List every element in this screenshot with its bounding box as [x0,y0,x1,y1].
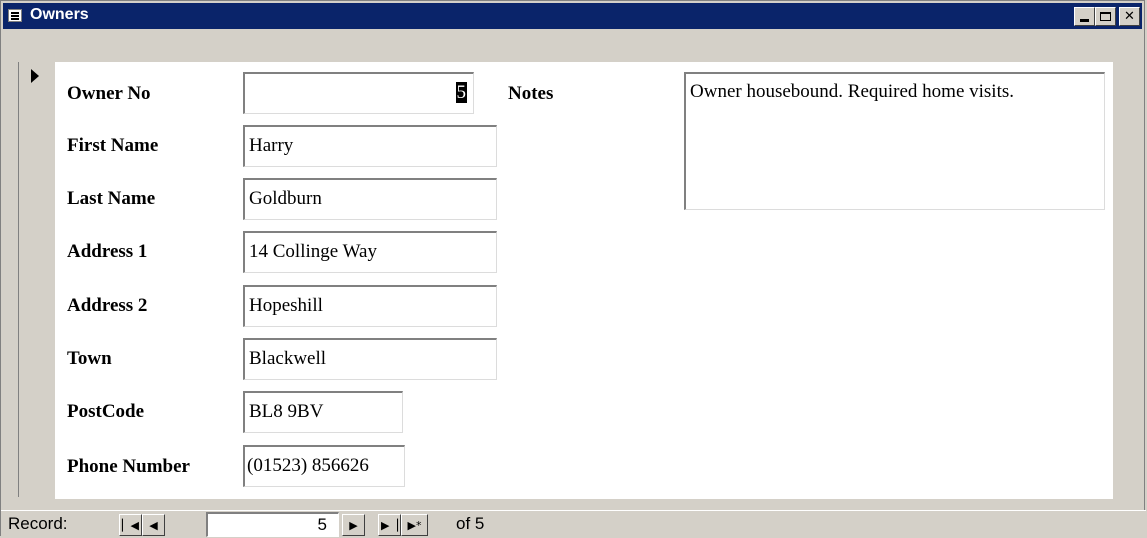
minimize-button[interactable] [1074,7,1095,26]
new-record-icon: ▶* [407,518,422,532]
notes-field[interactable]: Owner housebound. Required home visits. [684,72,1105,210]
next-record-button[interactable]: ▶ [342,514,365,536]
owners-form-window: Owners ✕ Owner No First Name Last Name A… [0,0,1146,538]
record-selector[interactable] [18,62,56,497]
first-record-button[interactable]: ▏◀ [119,514,142,536]
town-field[interactable]: Blackwell [243,338,497,380]
label-owner-no: Owner No [67,83,151,104]
phone-number-field[interactable]: (01523) 856626 [243,445,405,487]
title-bar[interactable]: Owners ✕ [3,3,1142,29]
last-name-field[interactable]: Goldburn [243,178,497,220]
label-address-2: Address 2 [67,295,148,316]
previous-record-button[interactable]: ◀ [142,514,165,536]
last-record-button[interactable]: ▶▕ [378,514,401,536]
record-count: of 5 [456,514,485,533]
label-town: Town [67,348,112,369]
form-icon [8,9,22,22]
close-icon: ✕ [1124,9,1135,24]
new-record-button[interactable]: ▶* [401,514,428,536]
postcode-field[interactable]: BL8 9BV [243,391,403,433]
label-last-name: Last Name [67,188,156,209]
label-phone-number: Phone Number [67,456,190,477]
record-number-input[interactable]: 5 [206,512,339,537]
current-record-arrow-icon [31,69,39,83]
minimize-icon [1080,19,1089,22]
owner-no-field[interactable]: 5 [243,72,474,114]
first-name-field[interactable]: Harry [243,125,497,167]
last-record-icon: ▶▕ [381,518,398,532]
label-postcode: PostCode [67,401,145,422]
record-navigation-bar: Record: ▏◀ ◀ 5 ▶ ▶▕ ▶* of 5 [1,510,1146,538]
address-2-field[interactable]: Hopeshill [243,285,497,327]
label-address-1: Address 1 [67,241,148,262]
owner-no-value: 5 [455,82,467,103]
address-1-field[interactable]: 14 Collinge Way [243,231,497,273]
maximize-button[interactable] [1095,7,1116,26]
close-button[interactable]: ✕ [1119,7,1140,26]
label-notes: Notes [508,83,554,104]
maximize-icon [1100,12,1111,21]
next-record-icon: ▶ [349,518,358,532]
first-record-icon: ▏◀ [122,518,139,532]
previous-record-icon: ◀ [149,518,158,532]
record-label: Record: [8,514,68,533]
window-title: Owners [30,6,89,23]
label-first-name: First Name [67,135,159,156]
